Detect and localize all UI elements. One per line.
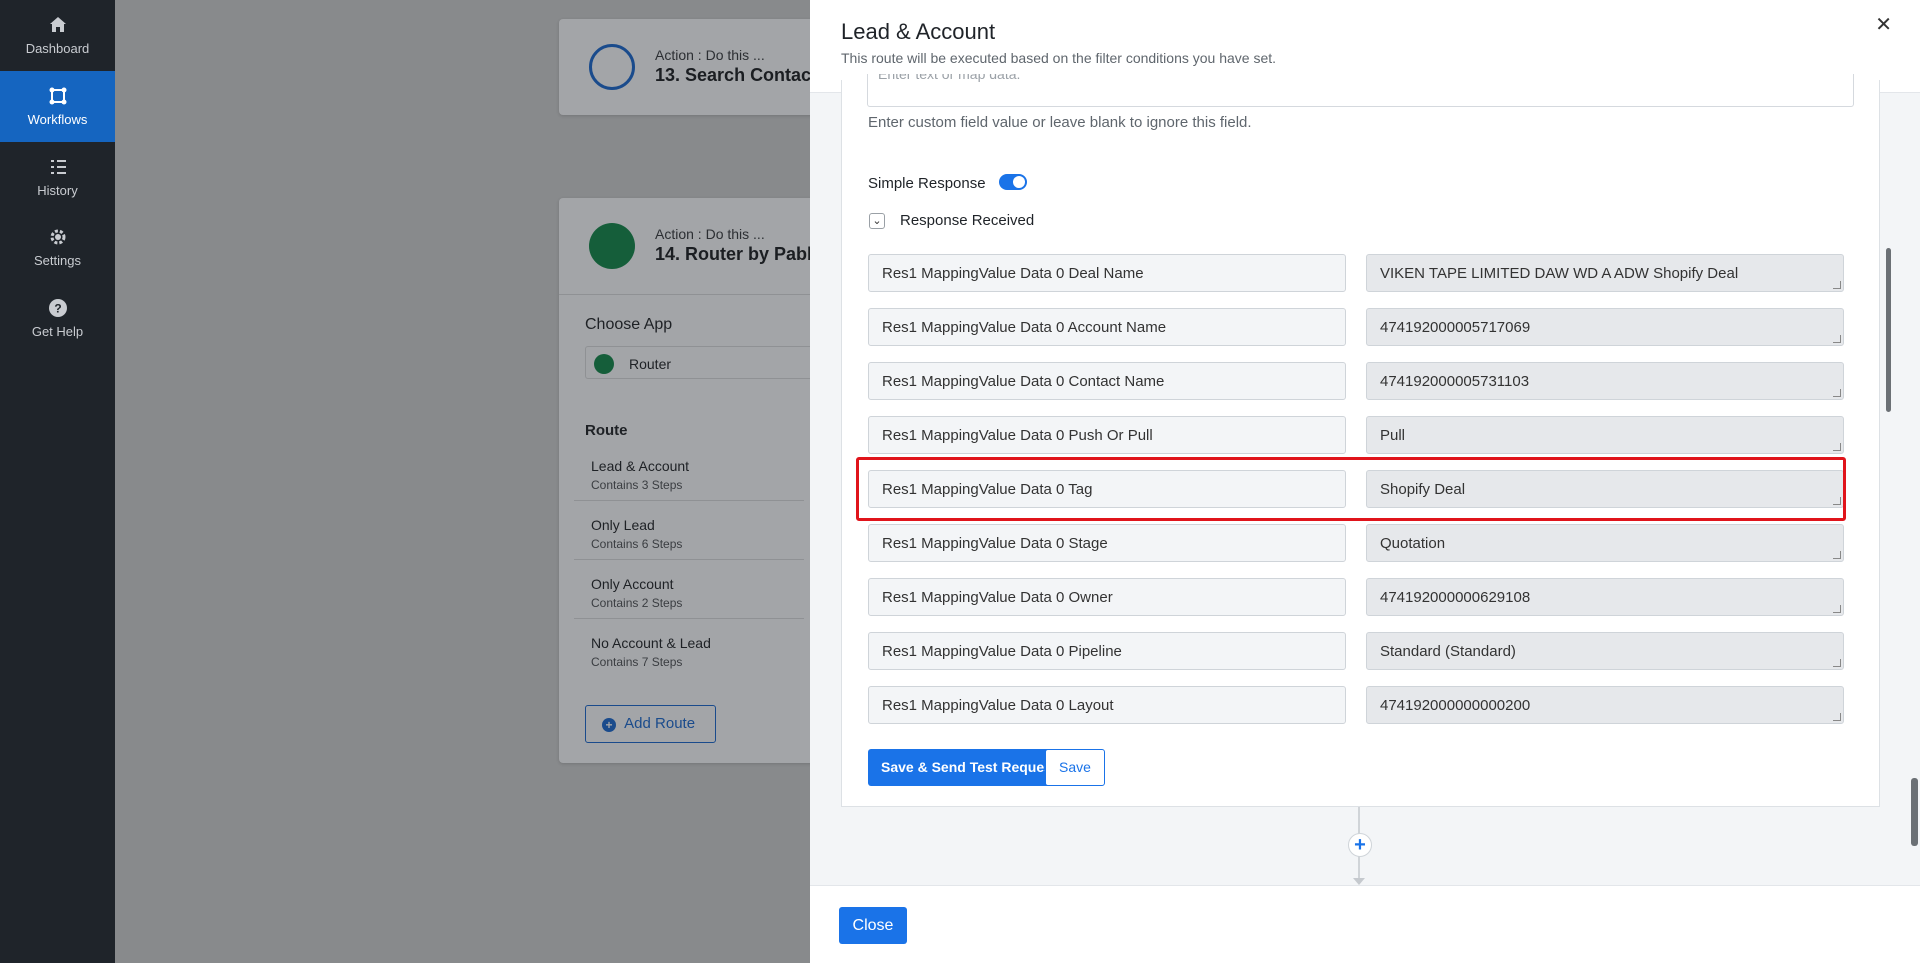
plus-circle-icon: + — [602, 718, 616, 732]
response-value[interactable]: Quotation — [1366, 524, 1844, 562]
response-key[interactable]: Res1 MappingValue Data 0 Stage — [868, 524, 1346, 562]
nav-item-settings[interactable]: Settings — [0, 212, 115, 283]
nav-label: History — [37, 183, 78, 198]
response-key[interactable]: Res1 MappingValue Data 0 Pipeline — [868, 632, 1346, 670]
response-row: Res1 MappingValue Data 0 Owner 4741920000… — [868, 578, 1853, 616]
route-item[interactable]: No Account & Lead Contains 7 Steps — [591, 635, 711, 669]
step-action-label: Action : Do this ... — [655, 47, 765, 63]
add-step-button[interactable]: + — [1348, 833, 1372, 857]
arrow-down-icon — [1353, 878, 1365, 885]
helper-text: Enter custom field value or leave blank … — [868, 114, 1252, 131]
add-route-label: Add Route — [624, 715, 696, 732]
app-select-value: Router — [629, 356, 672, 372]
history-icon — [50, 160, 66, 174]
gear-icon — [50, 229, 65, 245]
home-icon — [49, 17, 66, 32]
response-row: Res1 MappingValue Data 0 Layout 474192000… — [868, 686, 1853, 724]
route-item[interactable]: Only Lead Contains 6 Steps — [591, 517, 682, 551]
response-received-label: Response Received — [900, 212, 1035, 229]
step-title: 13. Search Contact — [655, 65, 818, 85]
nav-item-history[interactable]: History — [0, 142, 115, 213]
nav-label: Workflows — [27, 112, 88, 127]
save-button[interactable]: Save — [1045, 749, 1105, 786]
svg-text:?: ? — [54, 302, 61, 316]
simple-response-toggle[interactable] — [999, 174, 1027, 190]
choose-app-label: Choose App — [585, 316, 673, 333]
route-item[interactable]: Only Account Contains 2 Steps — [591, 576, 682, 610]
help-icon: ? — [48, 299, 67, 317]
nav-item-get-help[interactable]: ? Get Help — [0, 283, 115, 354]
response-key[interactable]: Res1 MappingValue Data 0 Tag — [868, 470, 1346, 508]
modal-footer: Close — [810, 885, 1920, 963]
close-button[interactable]: Close — [839, 907, 907, 944]
response-row: Res1 MappingValue Data 0 Stage Quotation — [868, 524, 1853, 562]
save-and-send-button[interactable]: Save & Send Test Request — [868, 749, 1070, 786]
response-row: Res1 MappingValue Data 0 Push Or Pull Pul… — [868, 416, 1853, 454]
add-route-button[interactable]: + Add Route — [585, 705, 716, 743]
route-title: Only Account — [591, 576, 674, 592]
route-steps: Contains 7 Steps — [591, 655, 683, 669]
modal-subtitle: This route will be executed based on the… — [841, 50, 1277, 66]
route-steps: Contains 6 Steps — [591, 537, 683, 551]
nav-label: Settings — [34, 253, 81, 268]
route-title: No Account & Lead — [591, 635, 711, 651]
response-row: Res1 MappingValue Data 0 Tag Shopify Deal — [868, 470, 1853, 508]
response-key[interactable]: Res1 MappingValue Data 0 Owner — [868, 578, 1346, 616]
response-value[interactable]: Shopify Deal — [1366, 470, 1844, 508]
route-modal: Lead & Account This route will be execut… — [810, 0, 1920, 963]
nav-item-dashboard[interactable]: Dashboard — [0, 0, 115, 71]
response-value[interactable]: VIKEN TAPE LIMITED DAW WD A ADW Shopify … — [1366, 254, 1844, 292]
response-row: Res1 MappingValue Data 0 Deal Name VIKEN … — [868, 254, 1853, 292]
nav-label: Dashboard — [25, 41, 90, 56]
response-key[interactable]: Res1 MappingValue Data 0 Layout — [868, 686, 1346, 724]
router-icon — [589, 223, 635, 269]
response-value[interactable]: 474192000005731103 — [1366, 362, 1844, 400]
response-key[interactable]: Res1 MappingValue Data 0 Account Name — [868, 308, 1346, 346]
route-label: Route — [585, 422, 628, 439]
chain-link-icon — [589, 44, 635, 90]
step-title: 14. Router by Pabb — [655, 244, 819, 264]
response-value[interactable]: Pull — [1366, 416, 1844, 454]
nav-label: Get Help — [31, 324, 84, 339]
response-value[interactable]: Standard (Standard) — [1366, 632, 1844, 670]
workflows-icon — [49, 87, 66, 105]
route-item[interactable]: Lead & Account Contains 3 Steps — [591, 458, 689, 492]
simple-response-label: Simple Response — [868, 175, 986, 192]
side-navigation: Dashboard Workflows History Settings ? G… — [0, 0, 115, 963]
route-title: Lead & Account — [591, 458, 690, 474]
close-icon[interactable]: ✕ — [1875, 12, 1892, 37]
response-value[interactable]: 474192000005717069 — [1366, 308, 1844, 346]
nav-item-workflows[interactable]: Workflows — [0, 71, 115, 142]
route-steps: Contains 2 Steps — [591, 596, 683, 610]
response-value[interactable]: 474192000000629108 — [1366, 578, 1844, 616]
outer-scrollbar[interactable] — [1911, 778, 1918, 846]
response-key[interactable]: Res1 MappingValue Data 0 Push Or Pull — [868, 416, 1346, 454]
inner-scrollbar[interactable] — [1886, 248, 1891, 412]
route-title: Only Lead — [591, 517, 655, 533]
custom-field-input[interactable]: Enter text or map data. — [867, 74, 1854, 107]
response-row: Res1 MappingValue Data 0 Pipeline Standar… — [868, 632, 1853, 670]
response-key[interactable]: Res1 MappingValue Data 0 Deal Name — [868, 254, 1346, 292]
response-value[interactable]: 474192000000000200 — [1366, 686, 1844, 724]
route-steps: Contains 3 Steps — [591, 478, 683, 492]
response-row: Res1 MappingValue Data 0 Contact Name 474… — [868, 362, 1853, 400]
chevron-down-icon[interactable]: ⌄ — [869, 213, 885, 229]
router-icon — [594, 354, 614, 374]
response-key[interactable]: Res1 MappingValue Data 0 Contact Name — [868, 362, 1346, 400]
form-card: Enter text or map data. Enter custom fie… — [841, 74, 1891, 807]
response-row: Res1 MappingValue Data 0 Account Name 474… — [868, 308, 1853, 346]
step-action-label: Action : Do this ... — [655, 226, 765, 242]
modal-title: Lead & Account — [841, 19, 996, 44]
input-placeholder: Enter text or map data. — [878, 74, 1021, 82]
